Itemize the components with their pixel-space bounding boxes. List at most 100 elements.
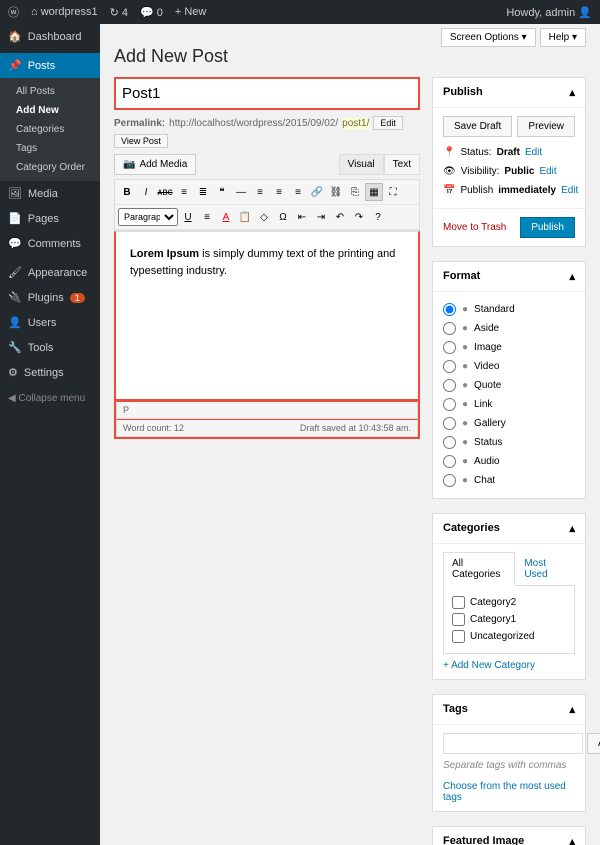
all-categories-tab[interactable]: All Categories <box>443 552 515 586</box>
format-option-image[interactable]: ● Image <box>443 338 575 357</box>
format-option-quote[interactable]: ● Quote <box>443 376 575 395</box>
format-option-aside[interactable]: ● Aside <box>443 319 575 338</box>
categories-box-header[interactable]: Categories▴ <box>433 514 585 544</box>
justify-button[interactable]: ≡ <box>198 208 216 226</box>
permalink-row: Permalink: http://localhost/wordpress/20… <box>114 116 420 148</box>
textcolor-button[interactable]: A <box>217 208 235 226</box>
outdent-button[interactable]: ⇤ <box>293 208 311 226</box>
submenu-tags[interactable]: Tags <box>0 139 100 158</box>
format-option-standard[interactable]: ● Standard <box>443 300 575 319</box>
menu-dashboard[interactable]: 🏠 Dashboard <box>0 24 100 49</box>
visual-tab[interactable]: Visual <box>339 154 384 175</box>
format-box: Format▴ ● Standard ● Aside ● Image ● Vid… <box>432 261 586 499</box>
underline-button[interactable]: U <box>179 208 197 226</box>
format-option-gallery[interactable]: ● Gallery <box>443 414 575 433</box>
redo-button[interactable]: ↷ <box>350 208 368 226</box>
help-icon-button[interactable]: ? <box>369 208 387 226</box>
screen-options-button[interactable]: Screen Options ▾ <box>441 28 536 47</box>
preview-button[interactable]: Preview <box>517 116 575 137</box>
bold-button[interactable]: B <box>118 183 136 201</box>
format-option-audio[interactable]: ● Audio <box>443 452 575 471</box>
site-link[interactable]: ⌂ wordpress1 <box>31 6 98 18</box>
text-tab[interactable]: Text <box>384 154 420 175</box>
menu-pages[interactable]: 📄 Pages <box>0 206 100 231</box>
permalink-edit-button[interactable]: Edit <box>373 116 403 130</box>
unlink-button[interactable]: ⛓ <box>327 183 345 201</box>
italic-button[interactable]: I <box>137 183 155 201</box>
add-media-button[interactable]: 📷 Add Media <box>114 154 196 175</box>
clear-button[interactable]: ◇ <box>255 208 273 226</box>
autosave-status: Draft saved at 10:43:58 am. <box>300 423 411 433</box>
tags-box-header[interactable]: Tags▴ <box>433 695 585 725</box>
submenu-add-new[interactable]: Add New <box>0 101 100 120</box>
toolbar-toggle-button[interactable]: ▦ <box>365 183 383 201</box>
menu-settings[interactable]: ⚙ Settings <box>0 360 100 385</box>
quote-button[interactable]: ❝ <box>213 183 231 201</box>
most-used-tab[interactable]: Most Used <box>515 552 575 586</box>
paste-button[interactable]: 📋 <box>236 208 254 226</box>
more-button[interactable]: ⎘ <box>346 183 364 201</box>
add-tag-button[interactable]: Add <box>587 733 600 754</box>
calendar-icon: 📅 <box>443 185 455 196</box>
format-select[interactable]: Paragraph <box>118 208 178 226</box>
tag-input[interactable] <box>443 733 583 754</box>
tags-box: Tags▴ Add Separate tags with commas Choo… <box>432 694 586 812</box>
view-post-button[interactable]: View Post <box>114 134 168 148</box>
hr-button[interactable]: — <box>232 183 250 201</box>
link-button[interactable]: 🔗 <box>308 183 326 201</box>
help-button[interactable]: Help ▾ <box>540 28 586 47</box>
publish-button[interactable]: Publish <box>520 217 575 238</box>
indent-button[interactable]: ⇥ <box>312 208 330 226</box>
category-category1[interactable]: Category1 <box>452 611 566 628</box>
edit-visibility-link[interactable]: Edit <box>539 166 556 177</box>
move-to-trash-link[interactable]: Move to Trash <box>443 222 506 233</box>
submenu-categories[interactable]: Categories <box>0 120 100 139</box>
menu-users[interactable]: 👤 Users <box>0 310 100 335</box>
strike-button[interactable]: ᴀʙᴄ <box>156 183 174 201</box>
save-draft-button[interactable]: Save Draft <box>443 116 512 137</box>
wp-logo-icon[interactable]: ⓦ <box>8 4 19 20</box>
undo-button[interactable]: ↶ <box>331 208 349 226</box>
menu-tools[interactable]: 🔧 Tools <box>0 335 100 360</box>
category-uncategorized[interactable]: Uncategorized <box>452 628 566 645</box>
comments-link[interactable]: 💬 0 <box>140 6 163 19</box>
editor-content[interactable]: Lorem Ipsum is simply dummy text of the … <box>114 231 420 401</box>
submenu-all-posts[interactable]: All Posts <box>0 82 100 101</box>
align-left-button[interactable]: ≡ <box>251 183 269 201</box>
menu-appearance[interactable]: 🖌 Appearance <box>0 260 100 285</box>
choose-tags-link[interactable]: Choose from the most used tags <box>443 781 566 803</box>
format-option-status[interactable]: ● Status <box>443 433 575 452</box>
account-link[interactable]: Howdy, admin 👤 <box>506 6 592 19</box>
publish-box-header[interactable]: Publish▴ <box>433 78 585 108</box>
element-path: P <box>123 405 129 415</box>
menu-comments[interactable]: 💬 Comments <box>0 231 100 256</box>
admin-sidebar: 🏠 Dashboard 📌 Posts All Posts Add New Ca… <box>0 24 100 845</box>
special-char-button[interactable]: Ω <box>274 208 292 226</box>
format-option-link[interactable]: ● Link <box>443 395 575 414</box>
fullscreen-button[interactable]: ⛶ <box>384 183 402 201</box>
new-link[interactable]: + New <box>175 6 207 18</box>
format-option-chat[interactable]: ● Chat <box>443 471 575 490</box>
format-box-header[interactable]: Format▴ <box>433 262 585 292</box>
featured-image-box: Featured Image▴ Set featured image <box>432 826 586 845</box>
menu-posts[interactable]: 📌 Posts <box>0 53 100 78</box>
align-right-button[interactable]: ≡ <box>289 183 307 201</box>
ul-button[interactable]: ≡ <box>175 183 193 201</box>
updates-link[interactable]: ↻ 4 <box>110 6 128 19</box>
admin-toolbar: ⓦ ⌂ wordpress1 ↻ 4 💬 0 + New Howdy, admi… <box>0 0 600 24</box>
submenu-category-order[interactable]: Category Order <box>0 158 100 177</box>
collapse-menu[interactable]: ◀ Collapse menu <box>0 385 100 412</box>
editor-toolbar: B I ᴀʙᴄ ≡ ≣ ❝ — ≡ ≡ ≡ 🔗 ⛓ ⎘ ▦ ⛶ Paragrap… <box>114 179 420 231</box>
add-category-link[interactable]: + Add New Category <box>443 660 535 671</box>
edit-status-link[interactable]: Edit <box>525 147 542 158</box>
key-icon: 📍 <box>443 147 455 158</box>
category-category2[interactable]: Category2 <box>452 594 566 611</box>
format-option-video[interactable]: ● Video <box>443 357 575 376</box>
ol-button[interactable]: ≣ <box>194 183 212 201</box>
post-title-input[interactable] <box>114 77 420 110</box>
menu-plugins[interactable]: 🔌 Plugins 1 <box>0 285 100 310</box>
menu-media[interactable]: 🖼 Media <box>0 181 100 206</box>
edit-schedule-link[interactable]: Edit <box>561 185 578 196</box>
featured-image-header[interactable]: Featured Image▴ <box>433 827 585 845</box>
align-center-button[interactable]: ≡ <box>270 183 288 201</box>
